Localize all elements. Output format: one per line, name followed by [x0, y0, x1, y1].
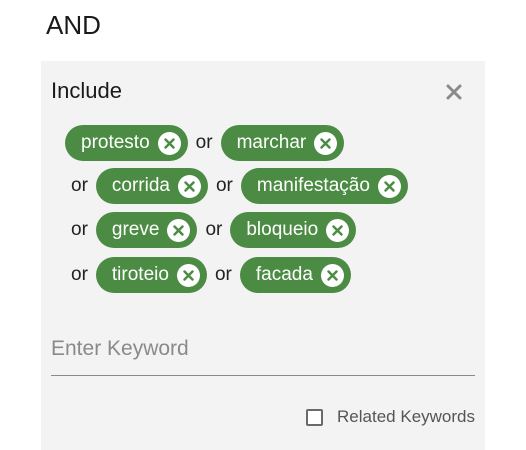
- chip-label: manifestação: [256, 175, 370, 196]
- related-keywords-toggle[interactable]: Related Keywords: [306, 407, 475, 427]
- keyword-chip: facada: [239, 257, 351, 293]
- keyword-chip: greve: [95, 212, 198, 248]
- remove-chip-icon[interactable]: [314, 131, 338, 155]
- chip-label: marchar: [236, 132, 307, 153]
- related-keywords-label: Related Keywords: [337, 407, 475, 426]
- or-connector: or: [205, 219, 223, 240]
- keyword-input-wrap: [51, 329, 475, 376]
- keyword-row: or corrida or manifestação: [63, 168, 408, 204]
- chip-label: bloqueio: [246, 219, 319, 240]
- keyword-chip: protesto: [65, 125, 188, 161]
- close-icon[interactable]: [443, 81, 465, 103]
- remove-chip-icon[interactable]: [167, 218, 191, 242]
- remove-chip-icon[interactable]: [377, 174, 401, 198]
- keyword-input[interactable]: [51, 329, 475, 369]
- remove-chip-icon[interactable]: [320, 263, 344, 287]
- chip-label: greve: [111, 219, 160, 240]
- related-keywords-checkbox[interactable]: [306, 408, 324, 426]
- keyword-chip: corrida: [95, 168, 208, 204]
- remove-chip-icon[interactable]: [326, 218, 350, 242]
- or-connector: or: [71, 219, 88, 240]
- panel-title: Include: [51, 78, 122, 103]
- keyword-chip: marchar: [220, 125, 345, 161]
- or-connector: or: [71, 175, 88, 196]
- remove-chip-icon[interactable]: [177, 174, 201, 198]
- condition-heading: AND: [46, 10, 101, 40]
- remove-chip-icon[interactable]: [176, 263, 200, 287]
- or-connector: or: [195, 132, 213, 153]
- keyword-row: or tiroteio or facada: [63, 257, 351, 293]
- keyword-chip: bloqueio: [230, 212, 357, 248]
- keyword-row: protesto or marchar: [65, 125, 345, 161]
- keyword-row: or greve or bloqueio: [63, 212, 357, 248]
- remove-chip-icon[interactable]: [157, 131, 181, 155]
- chip-label: protesto: [81, 132, 150, 153]
- keyword-chip: manifestação: [240, 168, 408, 204]
- or-connector: or: [71, 264, 88, 285]
- or-connector: or: [214, 264, 232, 285]
- or-connector: or: [215, 175, 233, 196]
- chip-label: corrida: [111, 175, 170, 196]
- include-panel: Include protesto or marchar or corrida o…: [41, 61, 485, 450]
- chip-label: tiroteio: [111, 264, 169, 285]
- keyword-chip: tiroteio: [95, 257, 207, 293]
- chip-label: facada: [255, 264, 313, 285]
